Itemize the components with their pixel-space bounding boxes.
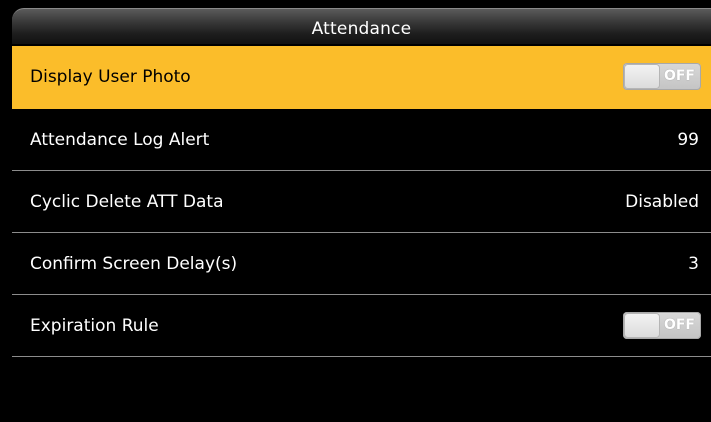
- setting-value: Disabled: [625, 192, 699, 212]
- toggle-state-label: OFF: [663, 68, 695, 84]
- attendance-screen: Attendance Display User Photo OFF Attend…: [0, 0, 711, 422]
- settings-list: Display User Photo OFF Attendance Log Al…: [12, 46, 711, 357]
- toggle-state-label: OFF: [663, 317, 695, 333]
- setting-cyclic-delete-att-data[interactable]: Cyclic Delete ATT Data Disabled: [12, 171, 711, 233]
- setting-value: 99: [677, 130, 699, 150]
- setting-label: Confirm Screen Delay(s): [30, 254, 238, 274]
- toggle-knob: [625, 65, 659, 88]
- setting-expiration-rule[interactable]: Expiration Rule OFF: [12, 295, 711, 357]
- setting-confirm-screen-delay[interactable]: Confirm Screen Delay(s) 3: [12, 233, 711, 295]
- toggle-knob: [625, 314, 659, 337]
- setting-label: Display User Photo: [30, 67, 191, 87]
- display-user-photo-toggle[interactable]: OFF: [623, 63, 701, 90]
- title-bar: Attendance: [12, 8, 711, 44]
- setting-attendance-log-alert[interactable]: Attendance Log Alert 99: [12, 109, 711, 171]
- setting-label: Attendance Log Alert: [30, 130, 210, 150]
- setting-value: 3: [688, 254, 699, 274]
- setting-label: Expiration Rule: [30, 316, 159, 336]
- expiration-rule-toggle[interactable]: OFF: [623, 312, 701, 339]
- setting-display-user-photo[interactable]: Display User Photo OFF: [12, 46, 711, 109]
- page-title: Attendance: [311, 19, 412, 39]
- setting-label: Cyclic Delete ATT Data: [30, 192, 224, 212]
